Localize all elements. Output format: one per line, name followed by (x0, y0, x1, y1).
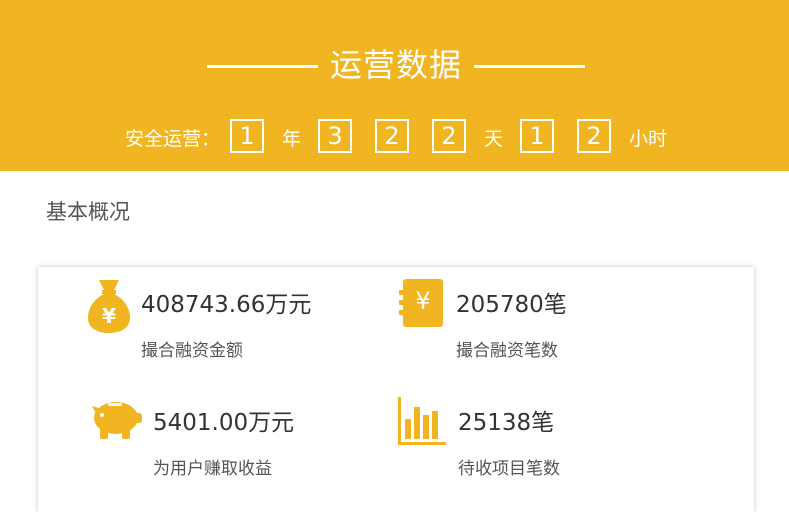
page-title-row: 运营数据 (0, 40, 789, 90)
header-banner: 运营数据 安全运营： 1 年 3 2 2 天 1 2 小时 (0, 0, 789, 171)
title-divider-right (474, 65, 585, 68)
overview-card: ¥ 408743.66万元 撮合融资金额 ¥ 205780笔 撮合融资笔数 54… (38, 267, 754, 512)
page-title: 运营数据 (329, 46, 462, 84)
runtime-day-digit: 3 (318, 119, 352, 153)
runtime-day-digit: 2 (432, 119, 466, 153)
runtime-hour-digit: 1 (520, 119, 554, 153)
stat-value: 25138笔 (458, 410, 555, 436)
stat-label: 撮合融资笔数 (456, 341, 558, 361)
runtime-label: 安全运营： (125, 128, 221, 150)
piggy-bank-icon (86, 395, 144, 445)
runtime-year-unit: 年 (282, 128, 302, 150)
runtime-day-unit: 天 (484, 128, 504, 150)
stat-label: 撮合融资金额 (141, 341, 243, 361)
runtime-year-digit: 1 (230, 119, 264, 153)
safe-operation-counter: 安全运营： 1 年 3 2 2 天 1 2 小时 (0, 118, 789, 158)
svg-text:¥: ¥ (102, 304, 116, 328)
runtime-hour-unit: 小时 (629, 128, 668, 150)
runtime-hour-digit: 2 (577, 119, 611, 153)
money-bag-icon: ¥ (87, 278, 131, 338)
runtime-day-digit: 2 (375, 119, 409, 153)
stat-label: 为用户赚取收益 (153, 459, 272, 479)
stat-value: 408743.66万元 (141, 292, 312, 318)
stat-label: 待收项目笔数 (458, 459, 560, 479)
section-title: 基本概况 (46, 200, 130, 224)
stat-value: 205780笔 (456, 292, 567, 318)
svg-text:¥: ¥ (415, 287, 430, 315)
stat-value: 5401.00万元 (153, 410, 295, 436)
title-divider-left (207, 65, 318, 68)
ledger-yuan-icon: ¥ (397, 278, 445, 332)
bar-chart-icon (396, 395, 448, 451)
